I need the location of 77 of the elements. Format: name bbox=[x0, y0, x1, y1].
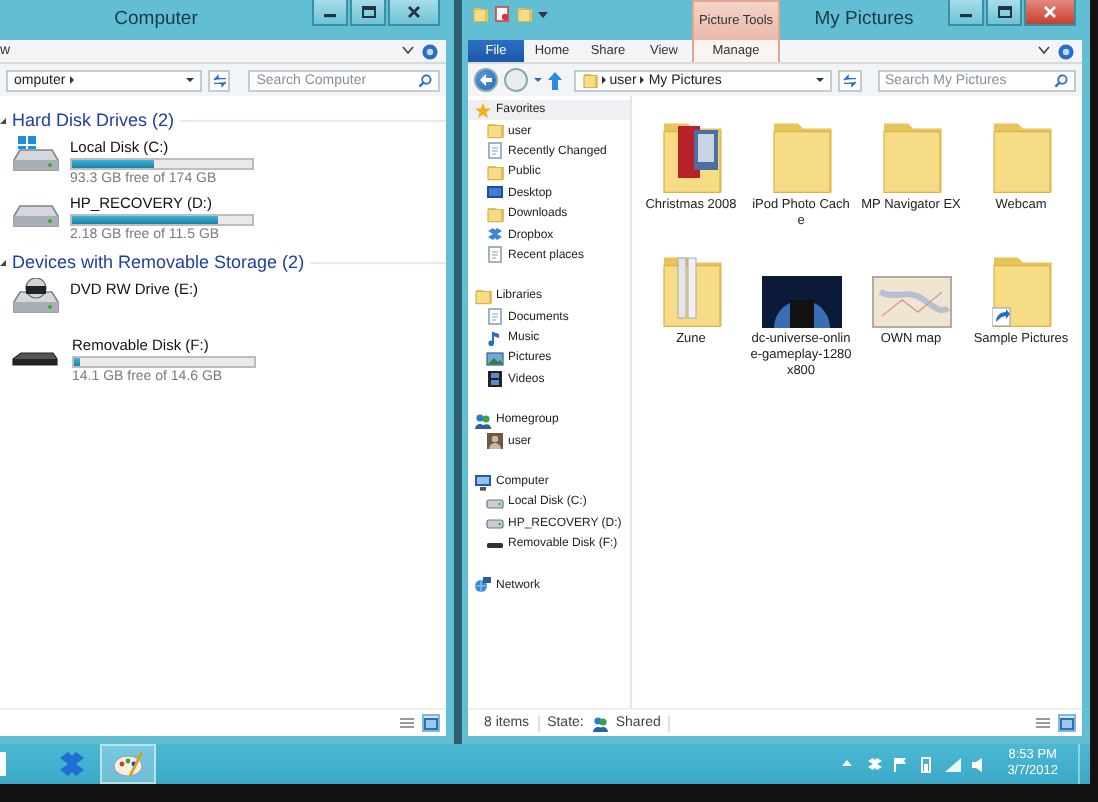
window-title: Computer bbox=[112, 6, 200, 34]
close-icon bbox=[1044, 6, 1056, 18]
document-icon bbox=[486, 308, 504, 327]
list-icon bbox=[400, 717, 414, 729]
document-icon bbox=[486, 142, 504, 161]
breadcrumb-arrow-icon[interactable] bbox=[601, 76, 606, 84]
music-note-icon bbox=[486, 329, 504, 348]
palette-icon bbox=[112, 748, 144, 780]
folder-icon bbox=[486, 205, 504, 224]
details-view-button[interactable] bbox=[398, 714, 416, 732]
image-thumbnail bbox=[761, 276, 841, 328]
close-icon bbox=[408, 6, 420, 18]
film-icon bbox=[486, 370, 504, 389]
back-arrow-icon bbox=[477, 72, 494, 88]
large-icons-view-button[interactable] bbox=[1058, 714, 1076, 732]
avatar-icon bbox=[486, 432, 504, 451]
refresh-icon bbox=[211, 73, 228, 87]
map-thumbnail bbox=[871, 276, 951, 328]
star-icon bbox=[474, 101, 492, 120]
minimize-button[interactable] bbox=[312, 0, 348, 26]
box-icon bbox=[55, 748, 87, 780]
thumbnail-icon bbox=[424, 717, 438, 729]
expanded-arrow-icon[interactable] bbox=[0, 117, 6, 123]
signal-icon[interactable] bbox=[943, 755, 962, 773]
box-icon bbox=[486, 226, 504, 245]
drive-icon bbox=[486, 493, 504, 512]
power-icon[interactable] bbox=[917, 755, 936, 773]
monitor-icon bbox=[474, 473, 492, 492]
drive-icon bbox=[10, 136, 62, 176]
taskbar-app-button[interactable] bbox=[100, 744, 156, 784]
maximize-button[interactable] bbox=[986, 0, 1022, 26]
maximize-icon bbox=[997, 6, 1011, 18]
flag-icon[interactable] bbox=[891, 755, 910, 773]
refresh-button[interactable] bbox=[837, 69, 862, 91]
customize-icon[interactable] bbox=[538, 9, 548, 19]
refresh-button[interactable] bbox=[207, 69, 231, 91]
desktop-icon bbox=[486, 184, 504, 203]
expand-ribbon-icon[interactable] bbox=[1038, 46, 1050, 56]
file-icon bbox=[0, 748, 8, 780]
help-icon[interactable] bbox=[422, 43, 438, 59]
drive-icon bbox=[486, 514, 504, 533]
group-header[interactable]: Hard Disk Drives (2) bbox=[12, 110, 175, 130]
close-button[interactable] bbox=[388, 0, 440, 26]
list-icon bbox=[1036, 717, 1050, 729]
folder-icon bbox=[486, 163, 504, 182]
network-icon bbox=[474, 576, 492, 595]
help-icon[interactable] bbox=[1058, 43, 1074, 59]
window-title: My Pictures bbox=[812, 6, 916, 34]
picture-icon bbox=[486, 349, 504, 368]
maximize-button[interactable] bbox=[350, 0, 386, 26]
search-icon bbox=[418, 73, 432, 87]
close-button[interactable] bbox=[1024, 0, 1076, 26]
large-icons-view-button[interactable] bbox=[422, 714, 440, 732]
search-icon bbox=[1054, 73, 1069, 87]
document-icon bbox=[486, 246, 504, 265]
breadcrumb-arrow-icon[interactable] bbox=[69, 76, 74, 84]
minimize-button[interactable] bbox=[948, 0, 984, 26]
volume-icon[interactable] bbox=[969, 755, 988, 773]
people-icon bbox=[591, 715, 608, 731]
thumbnail-icon bbox=[1060, 717, 1074, 729]
maximize-icon bbox=[361, 6, 375, 18]
expand-ribbon-icon[interactable] bbox=[402, 46, 414, 56]
people-icon bbox=[474, 411, 492, 430]
folder-icon bbox=[474, 287, 492, 306]
expanded-arrow-icon[interactable] bbox=[0, 259, 6, 265]
details-view-button[interactable] bbox=[1034, 714, 1052, 732]
removable-drive-icon bbox=[12, 352, 58, 366]
group-header[interactable]: Devices with Removable Storage (2) bbox=[12, 252, 305, 272]
folder-icon bbox=[581, 72, 598, 88]
breadcrumb-arrow-icon[interactable] bbox=[640, 76, 645, 84]
box-icon[interactable] bbox=[865, 755, 884, 773]
properties-icon[interactable] bbox=[494, 6, 510, 22]
dvd-drive-icon bbox=[10, 278, 62, 318]
back-button[interactable] bbox=[474, 68, 498, 92]
up-arrow-icon[interactable] bbox=[547, 71, 562, 89]
refresh-icon bbox=[841, 73, 858, 87]
folder-icon bbox=[486, 122, 504, 141]
